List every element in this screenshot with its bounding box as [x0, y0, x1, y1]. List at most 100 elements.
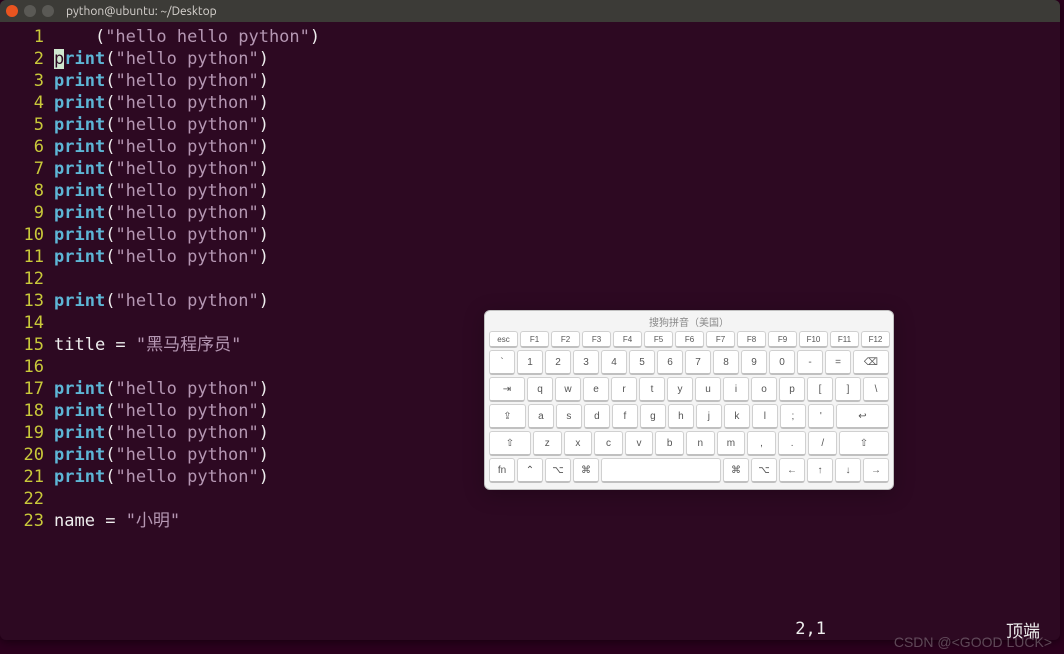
keyboard-key[interactable]: x	[564, 431, 593, 456]
code-content[interactable]: print("hello python")	[54, 202, 269, 224]
keyboard-key[interactable]: '	[808, 404, 834, 429]
keyboard-key[interactable]: ⌥	[545, 458, 571, 483]
keyboard-key[interactable]: ←	[779, 458, 805, 483]
code-line[interactable]: 23name = "小明"	[0, 510, 1060, 532]
keyboard-key[interactable]: F3	[582, 331, 611, 348]
keyboard-key[interactable]: c	[594, 431, 623, 456]
code-line[interactable]: 7print("hello python")	[0, 158, 1060, 180]
keyboard-key[interactable]: F9	[768, 331, 797, 348]
keyboard-key[interactable]: F4	[613, 331, 642, 348]
titlebar[interactable]: python@ubuntu: ~/Desktop	[0, 0, 1060, 22]
keyboard-key[interactable]: e	[583, 377, 609, 402]
keyboard-key[interactable]: 5	[629, 350, 655, 375]
code-line[interactable]: 10print("hello python")	[0, 224, 1060, 246]
keyboard-key[interactable]: F6	[675, 331, 704, 348]
keyboard-key[interactable]: F11	[830, 331, 859, 348]
keyboard-key[interactable]: y	[667, 377, 693, 402]
code-content[interactable]: print("hello python")	[54, 400, 269, 422]
keyboard-key[interactable]: 0	[769, 350, 795, 375]
keyboard-key[interactable]: b	[655, 431, 684, 456]
keyboard-key[interactable]: F10	[799, 331, 828, 348]
code-content[interactable]: print("hello python")	[54, 180, 269, 202]
keyboard-key[interactable]: ⌘	[723, 458, 749, 483]
code-content[interactable]: name = "小明"	[54, 510, 180, 532]
keyboard-key[interactable]: 3	[573, 350, 599, 375]
keyboard-key[interactable]: ;	[780, 404, 806, 429]
keyboard-key[interactable]: fn	[489, 458, 515, 483]
keyboard-key[interactable]: 1	[517, 350, 543, 375]
code-content[interactable]: print("hello python")	[54, 290, 269, 312]
code-line[interactable]: 9print("hello python")	[0, 202, 1060, 224]
keyboard-key[interactable]: s	[556, 404, 582, 429]
maximize-icon[interactable]	[42, 5, 54, 17]
code-line[interactable]: 6print("hello python")	[0, 136, 1060, 158]
keyboard-key[interactable]: ,	[747, 431, 776, 456]
keyboard-key[interactable]: ⇧	[839, 431, 889, 456]
keyboard-key[interactable]: -	[797, 350, 823, 375]
keyboard-key[interactable]: ⇪	[489, 404, 526, 429]
code-content[interactable]: title = "黑马程序员"	[54, 334, 241, 356]
code-line[interactable]: 1 ("hello hello python")	[0, 26, 1060, 48]
keyboard-key[interactable]: 7	[685, 350, 711, 375]
code-content[interactable]: print("hello python")	[54, 444, 269, 466]
keyboard-key[interactable]: [	[807, 377, 833, 402]
code-content[interactable]: print("hello python")	[54, 70, 269, 92]
code-content[interactable]: print("hello python")	[54, 466, 269, 488]
keyboard-key[interactable]: .	[778, 431, 807, 456]
code-content[interactable]: print("hello python")	[54, 378, 269, 400]
close-icon[interactable]	[6, 5, 18, 17]
keyboard-key[interactable]: t	[639, 377, 665, 402]
keyboard-key[interactable]: ⌥	[751, 458, 777, 483]
code-line[interactable]: 3print("hello python")	[0, 70, 1060, 92]
keyboard-key[interactable]: a	[528, 404, 554, 429]
keyboard-key[interactable]: F7	[706, 331, 735, 348]
keyboard-key[interactable]: h	[668, 404, 694, 429]
keyboard-key[interactable]: r	[611, 377, 637, 402]
keyboard-key[interactable]: `	[489, 350, 515, 375]
code-content[interactable]: ("hello hello python")	[54, 26, 320, 48]
keyboard-key[interactable]: F12	[861, 331, 890, 348]
keyboard-key[interactable]: ⇧	[489, 431, 531, 456]
keyboard-key[interactable]: 6	[657, 350, 683, 375]
minimize-icon[interactable]	[24, 5, 36, 17]
keyboard-key[interactable]: 4	[601, 350, 627, 375]
keyboard-key[interactable]: l	[752, 404, 778, 429]
keyboard-key[interactable]: q	[527, 377, 553, 402]
code-content[interactable]: print("hello python")	[54, 136, 269, 158]
keyboard-key[interactable]: ⇥	[489, 377, 525, 402]
keyboard-key[interactable]: f	[612, 404, 638, 429]
code-content[interactable]: print("hello python")	[54, 114, 269, 136]
keyboard-key[interactable]: g	[640, 404, 666, 429]
keyboard-key[interactable]: j	[696, 404, 722, 429]
code-line[interactable]: 22	[0, 488, 1060, 510]
keyboard-key[interactable]: 9	[741, 350, 767, 375]
keyboard-key[interactable]: F8	[737, 331, 766, 348]
keyboard-key[interactable]: n	[686, 431, 715, 456]
code-line[interactable]: 8print("hello python")	[0, 180, 1060, 202]
keyboard-key[interactable]: ⌘	[573, 458, 599, 483]
keyboard-key[interactable]: ⌃	[517, 458, 543, 483]
keyboard-key[interactable]: i	[723, 377, 749, 402]
keyboard-key[interactable]: p	[779, 377, 805, 402]
keyboard-key[interactable]: o	[751, 377, 777, 402]
code-line[interactable]: 11print("hello python")	[0, 246, 1060, 268]
keyboard-key[interactable]: k	[724, 404, 750, 429]
code-line[interactable]: 13print("hello python")	[0, 290, 1060, 312]
keyboard-key[interactable]: →	[863, 458, 889, 483]
keyboard-key[interactable]: u	[695, 377, 721, 402]
code-content[interactable]: print("hello python")	[54, 92, 269, 114]
keyboard-key[interactable]: esc	[489, 331, 518, 348]
keyboard-key[interactable]	[601, 458, 721, 483]
keyboard-key[interactable]: ↩	[836, 404, 889, 429]
code-content[interactable]: print("hello python")	[54, 48, 269, 70]
onscreen-keyboard[interactable]: 搜狗拼音（美国） escF1F2F3F4F5F6F7F8F9F10F11F12 …	[484, 310, 894, 490]
code-content[interactable]: print("hello python")	[54, 158, 269, 180]
code-content[interactable]: print("hello python")	[54, 224, 269, 246]
keyboard-key[interactable]: m	[717, 431, 746, 456]
keyboard-key[interactable]: /	[808, 431, 837, 456]
code-content[interactable]: print("hello python")	[54, 246, 269, 268]
keyboard-key[interactable]: F1	[520, 331, 549, 348]
keyboard-key[interactable]: v	[625, 431, 654, 456]
keyboard-key[interactable]: z	[533, 431, 562, 456]
keyboard-key[interactable]: =	[825, 350, 851, 375]
